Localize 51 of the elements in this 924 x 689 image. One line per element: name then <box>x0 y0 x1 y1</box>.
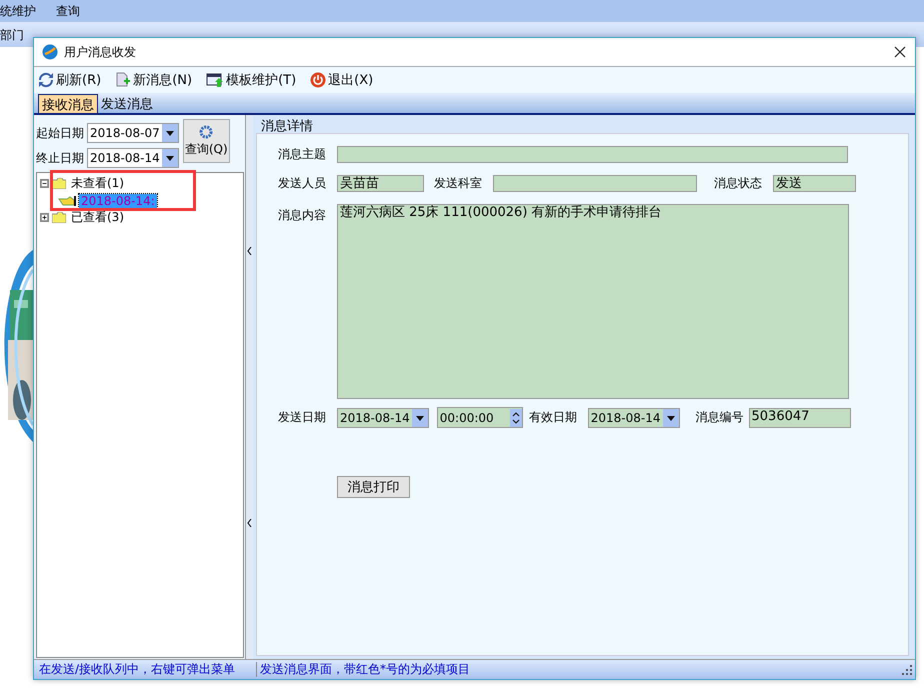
toolbar-button[interactable]: 刷新(R) <box>38 71 102 89</box>
print-button[interactable]: 消息打印 <box>337 476 410 498</box>
date-field[interactable]: 2018-08-14 <box>337 408 429 428</box>
text-field[interactable]: 吴苗苗 <box>337 175 424 192</box>
text-field[interactable] <box>493 175 697 192</box>
folder-icon <box>52 178 66 189</box>
refresh-icon <box>198 124 214 138</box>
toolbar-button[interactable]: 新消息(N) <box>115 71 192 89</box>
field-label: 消息主题 <box>278 146 327 163</box>
folder-icon <box>52 212 66 223</box>
toolbar-button[interactable]: 退出(X) <box>310 71 374 89</box>
field-label: 起始日期 <box>36 124 84 142</box>
field-label: 发送科室 <box>434 175 483 192</box>
date-field[interactable]: 2018-08-07 <box>87 123 179 143</box>
text-area[interactable]: 莲河六病区 25床 111(000026) 有新的手术申请待排台 <box>337 204 849 399</box>
collapse-icon[interactable] <box>40 179 49 188</box>
close-icon <box>894 46 906 58</box>
template-icon <box>206 72 224 88</box>
group-title: 消息详情 <box>260 118 314 133</box>
status-text: 在发送/接收队列中，右键可弹出菜单 <box>36 662 257 677</box>
menu-item[interactable]: 查询 <box>56 2 80 20</box>
tree-node[interactable]: 未查看(1) <box>69 175 126 192</box>
date-field[interactable]: 2018-08-14 <box>588 408 680 428</box>
tree-node[interactable]: 已查看(3) <box>69 209 126 226</box>
new-document-icon <box>115 72 132 88</box>
window-title: 用户消息收发 <box>64 44 137 60</box>
tab[interactable]: 接收消息 <box>38 94 98 113</box>
toolbar-button[interactable]: 模板维护(T) <box>206 71 296 89</box>
field-label: 发送日期 <box>278 409 327 426</box>
app-logo-icon <box>42 44 58 60</box>
resize-grip-icon[interactable] <box>902 664 912 674</box>
field-label: 发送人员 <box>278 175 327 192</box>
status-text: 发送消息界面，带红色*号的为必填项目 <box>259 662 471 677</box>
time-field[interactable]: 00:00:00 <box>436 407 523 428</box>
date-field[interactable]: 2018-08-14 <box>87 148 179 168</box>
text-field[interactable] <box>337 146 848 163</box>
text-field[interactable]: 发送 <box>773 175 856 192</box>
expand-icon[interactable] <box>40 213 49 222</box>
field-label: 消息内容 <box>278 207 327 224</box>
field-label: 终止日期 <box>36 150 84 166</box>
toolbar-label[interactable]: 部门 <box>0 27 24 44</box>
field-label: 消息状态 <box>714 175 763 192</box>
power-icon <box>310 72 326 88</box>
field-label: 有效日期 <box>528 409 578 426</box>
field-label: 消息编号 <box>696 409 744 426</box>
refresh-icon <box>38 72 54 88</box>
menu-item[interactable]: 统维护 <box>0 2 36 20</box>
query-button[interactable]: 查询(Q) <box>182 119 230 163</box>
text-field[interactable]: 5036047 <box>748 408 850 428</box>
spin-arrows-icon[interactable] <box>510 408 522 426</box>
tab[interactable]: 发送消息 <box>98 94 156 113</box>
